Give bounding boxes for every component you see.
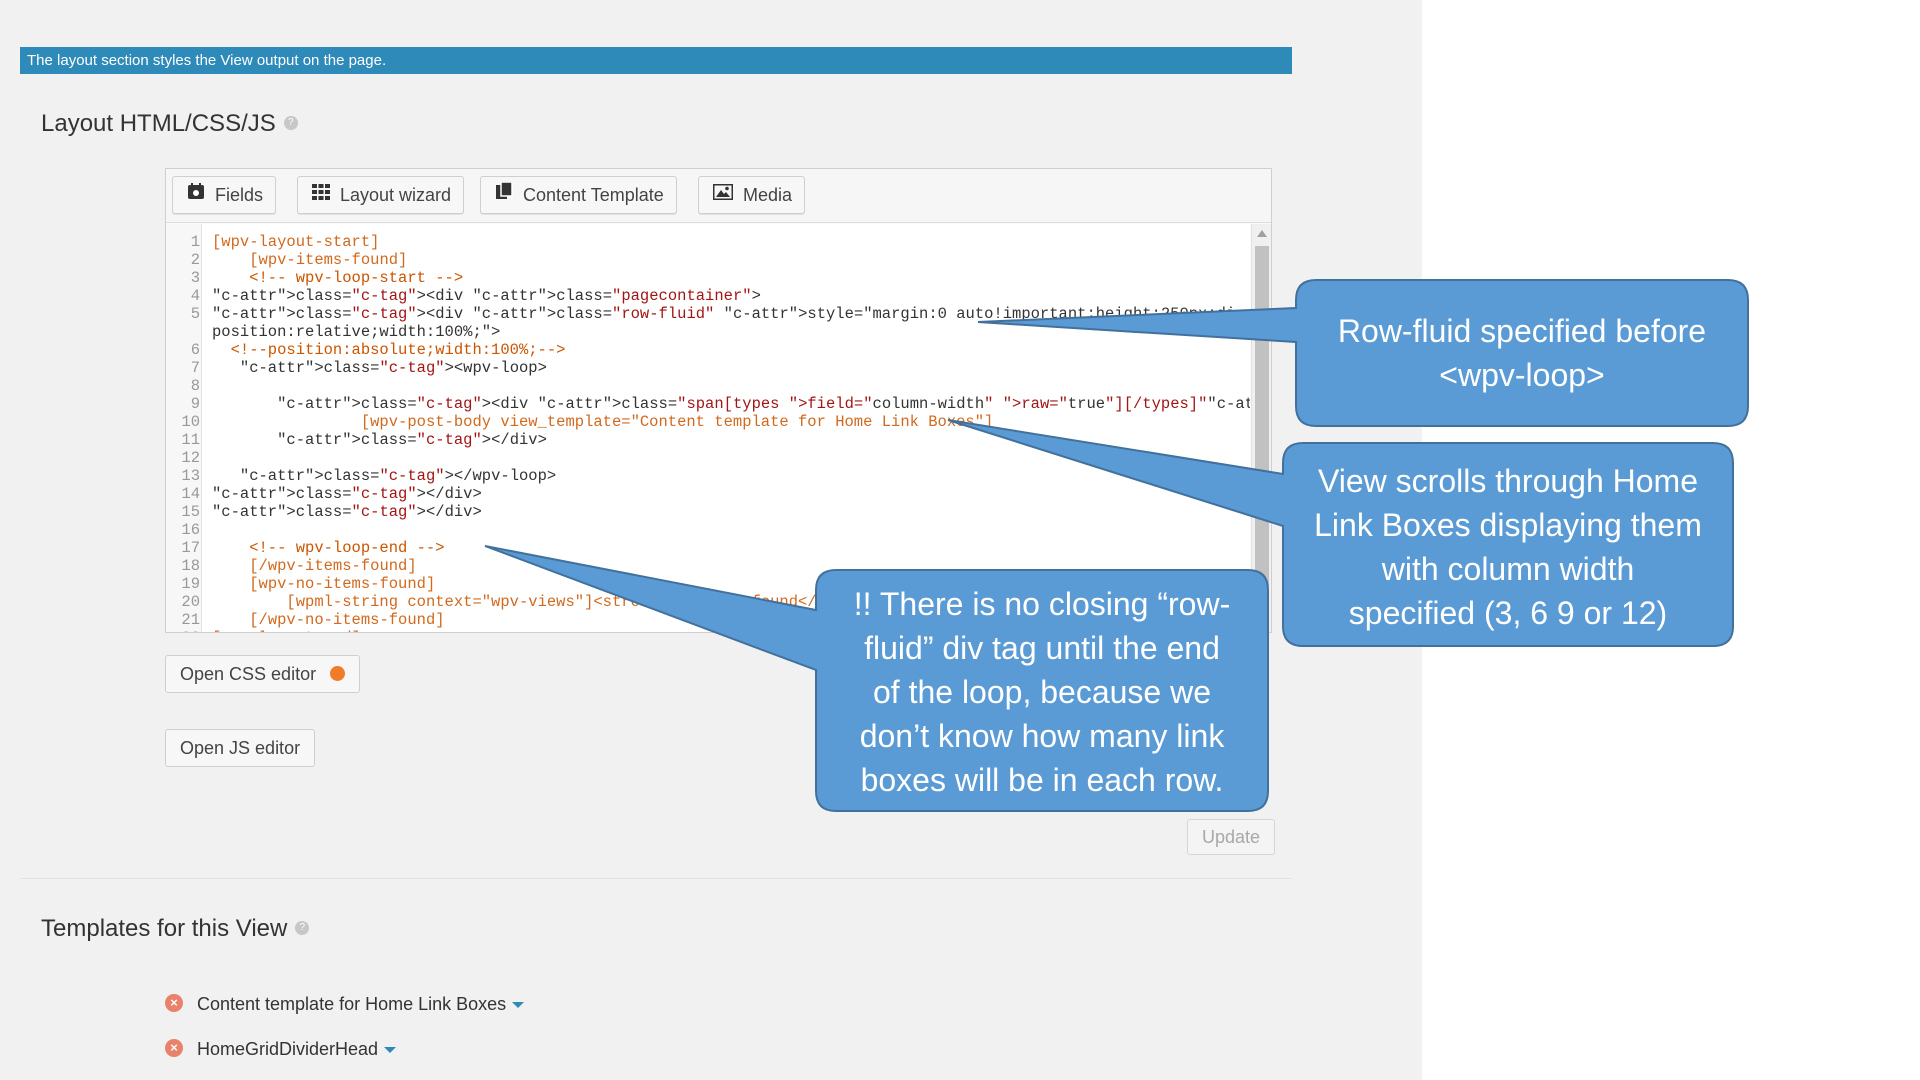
line-number: 9 [190,395,200,413]
line-number: 4 [190,287,200,305]
template-item: × HomeGridDividerHead [165,1039,397,1060]
line-number: 3 [190,269,200,287]
line-number: 16 [181,521,200,539]
open-css-editor-button[interactable]: Open CSS editor [165,655,361,693]
document-icon [495,176,513,212]
wp-admin-panel: The layout section styles the View outpu… [0,0,1422,1080]
line-number: 20 [181,593,200,611]
fields-icon [187,176,205,212]
callout-no-closing-text: !! There is no closing “row- fluid” div … [853,586,1231,798]
code-line-text: [wpv-post-body view_template="Content te… [360,413,994,431]
templates-section-title-text: Templates for this View [41,915,288,942]
line-number: 15 [181,503,200,521]
help-icon[interactable]: ? [283,115,298,130]
code-line-text: <!--position:absolute;width:100%;--> [212,341,566,359]
line-number: 21 [181,611,200,629]
image-icon [713,176,733,212]
code-line-text: "c-attr">class="c-tag"><wpv-loop> [239,359,547,377]
status-dot-icon [330,665,346,681]
open-js-editor-label: Open JS editor [180,738,301,758]
open-js-editor-button[interactable]: Open JS editor [165,729,316,767]
fields-label: Fields [215,185,264,205]
section-divider [20,878,1292,879]
template-item-label[interactable]: HomeGridDividerHead [197,1039,378,1059]
template-item: × Content template for Home Link Boxes [165,994,525,1015]
callout-row-fluid-text: Row-fluid specified before <wpv-loop> [1337,313,1707,393]
editor-toolbar: Fields Layout wizard Content Template Me… [166,169,1271,223]
layout-wizard-button[interactable]: Layout wizard [297,176,465,214]
code-editor: Fields Layout wizard Content Template Me… [165,168,1272,633]
content-template-label: Content Template [523,185,664,205]
media-label: Media [743,185,793,205]
code-line-text: "c-attr">class="c-tag"><div "c-attr">cla… [277,395,1250,413]
code-textarea[interactable]: 1 [wpv-layout-start] 2 [wpv-items-found] 3 … [166,224,1250,632]
chevron-down-icon[interactable] [384,1047,397,1054]
line-number: 1 [190,233,200,251]
code-line-text: <!-- wpv-loop-start --> [212,269,464,287]
line-number: 22 [166,629,200,632]
line-number: 17 [181,539,200,557]
line-number: 12 [181,449,200,467]
content-template-button[interactable]: Content Template [480,176,677,214]
line-number: 5 [190,305,200,323]
code-line-text: "c-attr">class="c-tag"></div> [277,431,547,449]
code-line-text: [wpv-items-found] [249,251,408,269]
templates-section-title: Templates for this View? [41,915,310,943]
code-line-text: [/wpv-items-found] [249,557,417,575]
media-button[interactable]: Media [698,176,806,214]
code-line-text: [/wpv-no-items-found] [249,611,445,629]
line-number: 14 [181,485,200,503]
line-number: 10 [181,413,200,431]
editor-scrollbar[interactable] [1251,224,1271,632]
code-line-text: [wpv-no-items-found] [249,575,436,593]
code-line-text: "c-attr">class="c-tag"><div "c-attr">cla… [212,305,1250,323]
remove-icon[interactable]: × [165,994,183,1013]
code-line-text: <!-- wpv-loop-end --> [212,539,445,557]
code-line-text: "c-attr">class="c-tag"><div "c-attr">cla… [212,287,761,305]
code-line-text: [wpv-layout-end] [212,629,361,632]
help-icon[interactable]: ? [295,920,310,935]
code-line-text: "c-attr">class="c-tag"></div> [212,503,482,521]
layout-section-title-text: Layout HTML/CSS/JS [41,110,276,137]
callout-view-scrolls-text: View scrolls through Home Link Boxes dis… [1314,463,1702,631]
layout-section-title: Layout HTML/CSS/JS? [41,110,298,138]
line-number: 8 [190,377,200,395]
line-number: 11 [181,431,200,449]
template-item-label[interactable]: Content template for Home Link Boxes [197,994,506,1014]
line-number: 19 [181,575,200,593]
remove-icon[interactable]: × [165,1039,183,1058]
code-line-text: position:relative;width:100%;"> [212,323,501,341]
update-button[interactable]: Update [1187,819,1275,855]
code-line-text: "c-attr">class="c-tag"></wpv-loop> [239,467,557,485]
fields-button[interactable]: Fields [172,176,277,214]
open-css-editor-label: Open CSS editor [180,664,317,684]
line-number: 7 [190,359,200,377]
scrollbar-thumb[interactable] [1255,246,1269,586]
info-bar: The layout section styles the View outpu… [20,47,1292,74]
chevron-down-icon[interactable] [512,1002,525,1009]
layout-wizard-label: Layout wizard [340,185,452,205]
code-line-text: [wpv-layout-start] [212,233,380,251]
grid-icon [312,176,330,212]
code-line-text: "c-attr">class="c-tag"></div> [212,485,482,503]
line-number: 13 [181,467,200,485]
line-number: 18 [181,557,200,575]
scroll-up-icon[interactable] [1257,230,1267,237]
line-number: 2 [190,251,200,269]
line-number: 6 [190,341,200,359]
